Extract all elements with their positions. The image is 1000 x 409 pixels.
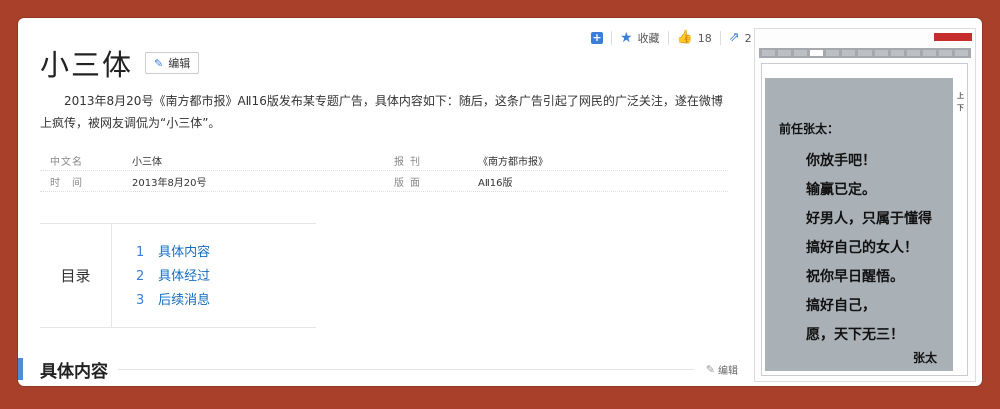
edit-label: 编辑 xyxy=(168,57,191,70)
info-value: 《南方都市报》 xyxy=(478,156,548,168)
toc-title: 目录 xyxy=(40,224,112,327)
ad-line: 输赢已定。 xyxy=(806,182,876,198)
toc-list: 1 具体内容 2 具体经过 3 后续消息 xyxy=(112,224,210,327)
ad-body: 你放手吧！ 输赢已定。 好男人，只属于懂得 搞好自己的女人！ 祝你早日醒悟。 搞… xyxy=(806,147,932,350)
ad-salutation: 前任张太： xyxy=(779,122,840,136)
share-button[interactable]: ⇗ 2 xyxy=(729,31,752,45)
ad-line: 愿，天下无三！ xyxy=(806,327,904,343)
favorite-button[interactable]: ★ 收藏 xyxy=(620,30,660,46)
toc-link[interactable]: 具体经过 xyxy=(158,269,210,284)
toc-link[interactable]: 后续消息 xyxy=(158,293,210,308)
ad-line: 好男人，只属于懂得 xyxy=(806,211,932,227)
like-button[interactable]: 👍 18 xyxy=(677,31,712,45)
plus-icon: + xyxy=(591,31,603,44)
divider xyxy=(611,31,612,45)
section-edit-button[interactable]: ✎ 编辑 xyxy=(706,362,738,377)
page-title: 小三体 xyxy=(40,48,134,82)
ad-line: 你放手吧！ xyxy=(806,153,876,169)
info-value: AⅡ16版 xyxy=(478,177,513,189)
toc-number: 3 xyxy=(136,293,145,308)
pencil-icon: ✎ xyxy=(705,362,715,376)
toc-item[interactable]: 2 具体经过 xyxy=(136,265,210,289)
toc-number: 2 xyxy=(136,269,145,284)
info-value: 小三体 xyxy=(132,156,162,168)
divider xyxy=(118,368,694,370)
newspaper-page: 前任张太： 你放手吧！ 输赢已定。 好男人，只属于懂得 搞好自己的女人！ 祝你早… xyxy=(761,63,968,376)
page-side-text: 上 下 xyxy=(957,92,964,112)
info-row: 时 间 2013年8月20号 版面 AⅡ16版 xyxy=(40,171,728,192)
newspaper-logo xyxy=(934,33,972,41)
share-icon: ⇗ xyxy=(728,30,740,45)
title-row: 小三体 ✎ 编辑 xyxy=(40,42,200,84)
divider xyxy=(719,31,721,45)
edit-button[interactable]: ✎ 编辑 xyxy=(145,52,200,74)
add-button[interactable]: + xyxy=(591,32,603,44)
info-row: 中文名 小三体 报刊 《南方都市报》 xyxy=(40,150,728,171)
info-key: 版面 xyxy=(394,177,426,189)
info-key: 中文名 xyxy=(50,156,83,168)
info-value: 2013年8月20号 xyxy=(132,177,207,189)
share-count: 2 xyxy=(744,31,752,45)
like-count: 18 xyxy=(697,31,712,45)
favorite-label: 收藏 xyxy=(637,32,660,45)
advertisement: 前任张太： 你放手吧！ 输赢已定。 好男人，只属于懂得 搞好自己的女人！ 祝你早… xyxy=(765,78,964,371)
section-edit-label: 编辑 xyxy=(718,365,738,377)
info-key: 时 间 xyxy=(50,177,83,189)
ad-line: 祝你早日醒悟。 xyxy=(806,269,904,285)
info-table: 中文名 小三体 报刊 《南方都市报》 时 间 2013年8月20号 版面 AⅡ1… xyxy=(40,150,728,192)
action-toolbar: + ★ 收藏 👍 18 ⇗ 2 xyxy=(591,30,752,46)
divider xyxy=(667,31,669,45)
thumbs-up-icon: 👍 xyxy=(676,30,693,45)
toc-link[interactable]: 具体内容 xyxy=(158,245,210,260)
table-of-contents: 目录 1 具体内容 2 具体经过 3 后续消息 xyxy=(40,223,316,328)
toc-item[interactable]: 3 后续消息 xyxy=(136,289,210,313)
pencil-icon: ✎ xyxy=(154,56,164,70)
ad-line: 搞好自己的女人！ xyxy=(806,240,918,256)
newspaper-nav-strip xyxy=(759,48,971,58)
summary-text: 2013年8月20号《南方都市报》AⅡ16版发布某专题广告，具体内容如下：随后，… xyxy=(40,94,723,130)
info-key: 报刊 xyxy=(394,156,426,168)
toc-number: 1 xyxy=(136,245,145,260)
ad-signature: 张太 xyxy=(912,351,937,365)
toc-item[interactable]: 1 具体内容 xyxy=(136,241,210,265)
section-heading: 具体内容 ✎ 编辑 xyxy=(18,356,738,382)
section-marker xyxy=(18,358,23,380)
newspaper-image[interactable]: 前任张太： 你放手吧！ 输赢已定。 好男人，只属于懂得 搞好自己的女人！ 祝你早… xyxy=(754,28,976,382)
content-card: + ★ 收藏 👍 18 ⇗ 2 小三体 ✎ 编辑 2013年8月20号《南方都市… xyxy=(18,18,982,386)
section-title: 具体内容 xyxy=(40,361,108,382)
ad-line: 搞好自己， xyxy=(806,298,876,314)
star-icon: ★ xyxy=(620,30,633,46)
